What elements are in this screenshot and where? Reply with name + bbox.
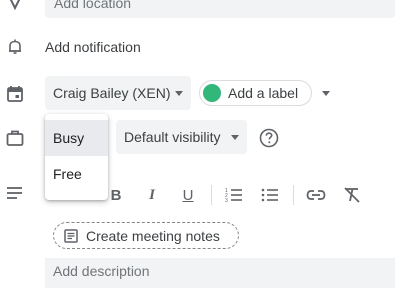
create-meeting-notes-label: Create meeting notes (86, 228, 220, 244)
description-placeholder: Add description (53, 263, 150, 279)
notes-doc-icon (64, 229, 78, 243)
bulleted-list-icon[interactable] (261, 187, 279, 203)
svg-text:3: 3 (225, 198, 228, 203)
availability-menu: Busy Free (45, 114, 108, 200)
bell-icon (6, 38, 24, 56)
numbered-list-icon[interactable]: 1 2 3 (225, 187, 243, 203)
add-notification-button[interactable]: Add notification (45, 38, 141, 56)
chevron-down-icon (175, 91, 183, 96)
briefcase-icon (6, 129, 24, 147)
visibility-select-label: Default visibility (124, 129, 221, 145)
add-label-text: Add a label (228, 85, 299, 101)
italic-button[interactable]: I (140, 183, 164, 207)
toolbar-divider (211, 185, 212, 205)
label-color-dot (203, 84, 221, 102)
link-icon[interactable] (306, 189, 326, 201)
location-placeholder: Add location (54, 0, 132, 11)
underline-button[interactable]: U (176, 183, 200, 207)
toolbar-divider (293, 185, 294, 205)
clear-formatting-icon[interactable] (343, 186, 361, 204)
menu-item-free[interactable]: Free (45, 156, 108, 192)
chevron-down-icon (231, 135, 239, 140)
description-lines-icon (6, 186, 24, 200)
calendar-select-label: Craig Bailey (XEN) (53, 85, 171, 101)
menu-item-busy[interactable]: Busy (45, 120, 108, 156)
label-color-dropdown-icon[interactable] (322, 91, 330, 96)
calendar-icon (6, 85, 24, 103)
help-circle-icon[interactable] (259, 128, 279, 148)
location-pin-icon (6, 0, 24, 12)
